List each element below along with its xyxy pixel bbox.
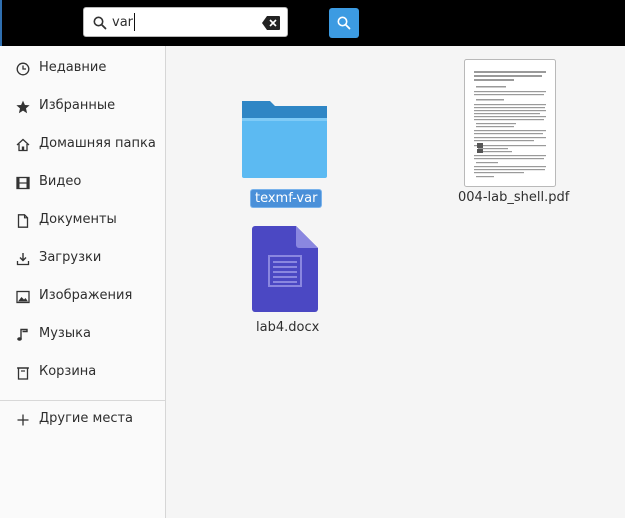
plus-icon [17, 414, 29, 426]
sidebar-item-label: Корзина [39, 364, 97, 379]
sidebar-item-videos[interactable]: Видео [0, 164, 165, 202]
sidebar-item-label: Загрузки [39, 250, 102, 265]
film-icon [16, 176, 30, 190]
sidebar-item-music[interactable]: Музыка [0, 316, 165, 354]
search-toggle-button[interactable] [329, 8, 359, 38]
sidebar-item-downloads[interactable]: Загрузки [0, 240, 165, 278]
clock-icon [16, 62, 30, 76]
search-input[interactable] [112, 12, 252, 32]
trash-icon [17, 367, 29, 380]
sidebar-item-label: Недавние [39, 60, 107, 75]
sidebar-item-label: Другие места [39, 411, 134, 426]
header-bar [0, 0, 625, 46]
file-name: texmf-var [251, 190, 322, 207]
sidebar-item-documents[interactable]: Документы [0, 202, 165, 240]
search-icon [93, 16, 107, 30]
sidebar-item-other-locations[interactable]: Другие места [0, 401, 165, 439]
file-name: 004-lab_shell.pdf [458, 190, 570, 205]
sidebar: Недавние Избранные Домашняя папка Видео … [0, 46, 166, 518]
file-item-folder[interactable]: texmf-var [237, 98, 337, 218]
sidebar-item-trash[interactable]: Корзина [0, 354, 165, 392]
clear-search-icon[interactable] [261, 15, 281, 31]
word-document-icon [252, 226, 318, 312]
file-item-pdf[interactable]: 004-lab_shell.pdf [457, 59, 570, 209]
sidebar-item-label: Избранные [39, 98, 116, 113]
sidebar-item-starred[interactable]: Избранные [0, 88, 165, 126]
text-cursor [134, 13, 135, 31]
sidebar-item-label: Домашняя папка [39, 136, 156, 151]
file-name: lab4.docx [256, 320, 320, 335]
sidebar-item-pictures[interactable]: Изображения [0, 278, 165, 316]
sidebar-item-recent[interactable]: Недавние [0, 50, 165, 88]
home-icon [16, 138, 30, 152]
music-icon [17, 328, 28, 341]
image-icon [16, 290, 30, 304]
sidebar-item-label: Музыка [39, 326, 91, 341]
folder-icon [242, 101, 327, 178]
search-icon [337, 16, 351, 30]
sidebar-item-label: Документы [39, 212, 117, 227]
file-item-docx[interactable]: lab4.docx [247, 226, 327, 341]
pdf-thumbnail-icon [464, 59, 556, 187]
sidebar-item-home[interactable]: Домашняя папка [0, 126, 165, 164]
star-icon [16, 100, 30, 114]
file-view: texmf-var 004-lab_shell.pdf lab4.docx [167, 46, 625, 518]
document-icon [17, 214, 29, 228]
sidebar-item-label: Изображения [39, 288, 133, 303]
sidebar-item-label: Видео [39, 174, 82, 189]
download-icon [16, 253, 30, 266]
search-field[interactable] [83, 7, 288, 37]
